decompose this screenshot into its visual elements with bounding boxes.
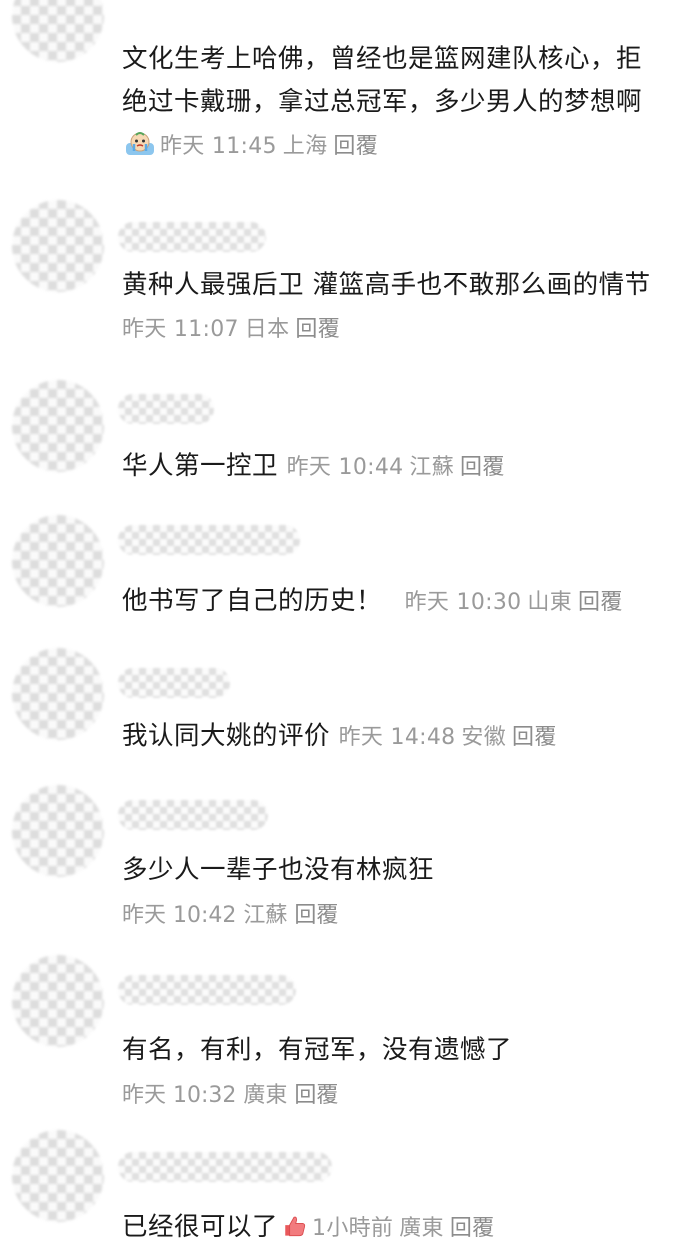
thumbs-up-emoji-icon	[285, 1216, 306, 1237]
comment-time: 昨天 11:45	[160, 134, 277, 159]
comment-location: 山東	[527, 590, 573, 615]
comment-location: 上海	[282, 134, 328, 159]
comment-meta: 昨天 10:30 山東 回覆	[405, 590, 623, 615]
comment-text: 我认同大姚的评价	[122, 721, 331, 751]
comment-body: 黄种人最强后卫 灌篮高手也不敢那么画的情节 昨天 11:07 日本 回覆	[122, 264, 667, 351]
comment-location: 安徽	[461, 725, 507, 750]
username-redacted[interactable]	[118, 800, 268, 830]
avatar[interactable]	[12, 648, 104, 740]
comment-body: 他书写了自己的历史！ 昨天 10:30 山東 回覆	[122, 580, 667, 624]
reply-button[interactable]: 回覆	[295, 317, 340, 342]
comment-time: 昨天 10:42	[122, 903, 237, 928]
comment-text: 黄种人最强后卫 灌篮高手也不敢那么画的情节	[122, 270, 651, 300]
comment-text: 已经很可以了	[122, 1212, 279, 1242]
comment-time: 昨天 10:44	[286, 455, 404, 480]
avatar[interactable]	[12, 515, 104, 607]
reply-button[interactable]: 回覆	[460, 455, 505, 480]
comment-location: 廣東	[399, 1216, 444, 1241]
username-redacted[interactable]	[118, 975, 296, 1005]
avatar[interactable]	[12, 785, 104, 877]
crying-face-emoji-icon	[126, 132, 154, 155]
comment-body: 已经很可以了 1小時前 廣東 回覆	[122, 1206, 667, 1250]
username-redacted[interactable]	[118, 1152, 332, 1182]
reply-button[interactable]: 回覆	[294, 903, 338, 928]
comment-location: 江蘇	[409, 455, 455, 480]
avatar[interactable]	[12, 955, 104, 1047]
comment-time: 昨天 11:07	[122, 317, 239, 342]
avatar[interactable]	[12, 1130, 104, 1222]
avatar[interactable]	[12, 380, 104, 472]
reply-button[interactable]: 回覆	[333, 134, 378, 159]
comment-meta: 昨天 11:07 日本 回覆	[122, 317, 340, 342]
comment-meta: 昨天 10:32 廣東 回覆	[122, 1081, 338, 1111]
comment-text: 有名，有利，有冠军，没有遗憾了	[122, 1035, 513, 1065]
comment-location: 廣東	[243, 1083, 288, 1108]
comment-text: 文化生考上哈佛，曾经也是篮网建队核心，拒绝过卡戴珊，拿过总冠军，多少男人的梦想啊	[122, 44, 643, 117]
comment-body: 华人第一控卫 昨天 10:44 江蘇 回覆	[122, 445, 667, 489]
reply-button[interactable]: 回覆	[578, 590, 623, 615]
comment-meta: 1小時前 廣東 回覆	[312, 1216, 494, 1241]
username-redacted[interactable]	[118, 668, 230, 698]
username-redacted[interactable]	[118, 394, 214, 424]
comment-meta: 昨天 10:42 江蘇 回覆	[122, 901, 338, 931]
reply-button[interactable]: 回覆	[512, 725, 557, 750]
username-redacted[interactable]	[118, 222, 266, 252]
avatar[interactable]	[12, 200, 104, 292]
comment-text: 华人第一控卫	[122, 451, 279, 481]
comment-meta: 昨天 10:44 江蘇 回覆	[287, 455, 505, 480]
comment-time: 昨天 14:48	[338, 725, 456, 750]
avatar[interactable]	[12, 0, 104, 62]
comment-time: 1小時前	[312, 1216, 394, 1241]
comment-body: 我认同大姚的评价 昨天 14:48 安徽 回覆	[122, 715, 667, 759]
comment-location: 日本	[244, 317, 290, 342]
username-redacted[interactable]	[118, 525, 300, 555]
comment-meta: 昨天 11:45 上海 回覆	[160, 134, 378, 159]
comment-time: 昨天 10:32	[122, 1083, 237, 1108]
comment-time: 昨天 10:30	[404, 590, 522, 615]
reply-button[interactable]: 回覆	[294, 1083, 338, 1108]
reply-button[interactable]: 回覆	[450, 1216, 495, 1241]
comment-text: 多少人一辈子也没有林疯狂	[122, 855, 435, 885]
comment-body: 多少人一辈子也没有林疯狂	[122, 849, 667, 892]
comment-body: 有名，有利，有冠军，没有遗憾了	[122, 1029, 667, 1072]
comment-body: 文化生考上哈佛，曾经也是篮网建队核心，拒绝过卡戴珊，拿过总冠军，多少男人的梦想啊…	[122, 38, 667, 168]
comment-text: 他书写了自己的历史！	[122, 586, 383, 616]
comment-location: 江蘇	[243, 903, 288, 928]
comment-meta: 昨天 14:48 安徽 回覆	[339, 725, 557, 750]
